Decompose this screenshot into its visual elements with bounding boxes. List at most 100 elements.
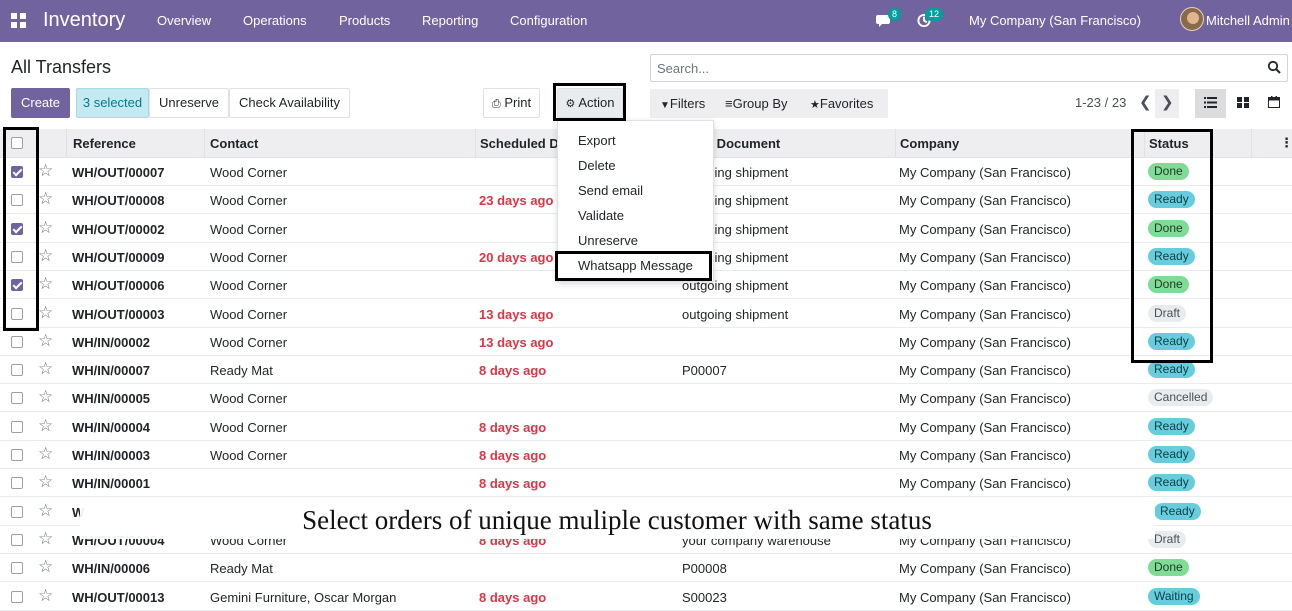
row-checkbox[interactable] <box>11 562 23 575</box>
cell-company: My Company (San Francisco) <box>899 419 1071 435</box>
calendar-view-icon[interactable] <box>1258 89 1289 118</box>
cell-reference: WH/OUT/00002 <box>72 221 165 237</box>
row-checkbox[interactable] <box>11 364 23 377</box>
activity-badge: 12 <box>925 8 944 21</box>
table-row[interactable]: ☆ WH/IN/00003 Wood Corner 8 days ago My Comp… <box>0 441 1292 469</box>
column-divider <box>475 129 476 158</box>
table-row[interactable]: ☆ WH/IN/00007 Ready Mat 8 days ago P00007 My … <box>0 356 1292 385</box>
cell-contact: Ready Mat <box>210 561 273 577</box>
pager-previous-icon[interactable]: ❮ <box>1139 93 1152 111</box>
cell-scheduled-date: 23 days ago <box>479 193 554 209</box>
cell-contact: Wood Corner <box>210 448 288 463</box>
filter-icon: ▼ <box>660 100 670 111</box>
menu-item-unreserve[interactable]: Unreserve <box>578 233 638 248</box>
star-icon[interactable]: ☆ <box>38 246 53 266</box>
print-icon: ⎙ <box>491 98 501 110</box>
menu-configuration[interactable]: Configuration <box>510 13 587 28</box>
app-name[interactable]: Inventory <box>43 9 125 32</box>
table-row[interactable]: ☆ WH/IN/00005 Wood Corner My Company (San F… <box>0 384 1292 413</box>
row-checkbox[interactable] <box>11 477 23 490</box>
cell-contact: Ready Mat <box>210 363 273 379</box>
menu-reporting[interactable]: Reporting <box>422 13 478 28</box>
selected-count-button[interactable]: 3 selected <box>76 88 149 118</box>
star-icon[interactable]: ☆ <box>38 444 53 464</box>
menu-operations[interactable]: Operations <box>243 13 307 28</box>
menu-overview[interactable]: Overview <box>157 13 211 28</box>
table-row[interactable]: ☆ WH/IN/00006 Ready Mat P00008 My Company (S… <box>0 554 1292 583</box>
cell-contact: Wood Corner <box>210 221 288 237</box>
kanban-view-icon[interactable] <box>1227 89 1258 118</box>
row-checkbox[interactable] <box>11 392 23 405</box>
table-row[interactable]: ☆ WH/IN/00004 Wood Corner 8 days ago My Comp… <box>0 413 1292 441</box>
row-checkbox[interactable] <box>11 449 23 461</box>
list-view-icon[interactable] <box>1195 89 1226 118</box>
column-reference[interactable]: Reference <box>73 136 136 151</box>
table-row[interactable]: ☆ WH/IN/00001 8 days ago My Company (San Fr… <box>0 469 1292 498</box>
cell-contact: Wood Corner <box>210 278 288 294</box>
table-row[interactable]: ☆ WH/OUT/00003 Wood Corner 13 days ago outgo… <box>0 300 1292 328</box>
status-badge: Waiting <box>1148 587 1200 605</box>
print-button[interactable]: ⎙ Print <box>483 88 540 118</box>
star-icon[interactable]: ☆ <box>38 303 53 323</box>
check-availability-button[interactable]: Check Availability <box>229 88 350 118</box>
star-icon[interactable]: ☆ <box>38 557 53 577</box>
favorites-button[interactable]: ★Favorites <box>810 96 873 111</box>
row-checkbox[interactable] <box>11 335 23 348</box>
star-icon[interactable]: ☆ <box>38 274 53 294</box>
search-box[interactable]: Search... <box>650 54 1288 82</box>
status-badge: Done <box>1148 559 1189 577</box>
cell-contact: Wood Corner <box>210 249 288 265</box>
status-badge: Ready <box>1148 361 1195 379</box>
cell-scheduled-date: 20 days ago <box>479 249 554 265</box>
unreserve-button[interactable]: Unreserve <box>149 88 229 118</box>
star-icon[interactable]: ☆ <box>38 331 53 351</box>
group-by-button[interactable]: ≡Group By <box>725 96 788 111</box>
pager-next-icon[interactable]: ❯ <box>1161 93 1174 111</box>
cell-reference: WH/OUT/00009 <box>72 249 165 265</box>
star-icon[interactable]: ☆ <box>38 416 53 436</box>
pager-value[interactable]: 1-23 / 23 <box>1075 95 1126 110</box>
table-row[interactable]: ☆ WH/IN/00002 Wood Corner 13 days ago My Com… <box>0 328 1292 356</box>
apps-menu-icon[interactable] <box>11 13 26 28</box>
cell-company: My Company (San Francisco) <box>899 249 1071 265</box>
menu-item-delete[interactable]: Delete <box>578 158 616 173</box>
menu-item-send-email[interactable]: Send email <box>578 183 643 198</box>
user-menu[interactable]: Mitchell Admin <box>1206 13 1290 28</box>
star-icon[interactable]: ☆ <box>38 161 53 181</box>
column-scheduled-date[interactable]: Scheduled Date <box>480 136 562 151</box>
menu-item-export[interactable]: Export <box>578 133 616 148</box>
row-checkbox[interactable] <box>11 590 23 603</box>
row-checkbox[interactable] <box>11 420 23 433</box>
search-input[interactable]: Search... <box>657 61 709 76</box>
user-avatar[interactable] <box>1180 7 1204 31</box>
column-company[interactable]: Company <box>900 136 959 151</box>
cell-company: My Company (San Francisco) <box>899 334 1071 350</box>
menu-item-validate[interactable]: Validate <box>578 208 624 223</box>
column-options-icon[interactable]: ⋮ <box>1280 135 1292 151</box>
company-switcher[interactable]: My Company (San Francisco) <box>969 13 1141 28</box>
star-icon[interactable]: ☆ <box>38 359 53 379</box>
cell-scheduled-date: 13 days ago <box>479 306 554 322</box>
star-icon[interactable]: ☆ <box>38 189 53 209</box>
search-icon[interactable] <box>1267 60 1281 74</box>
favorites-label: Favorites <box>819 96 874 111</box>
filters-button[interactable]: ▼Filters <box>660 96 705 111</box>
table-row[interactable]: ☆ WH/OUT/00013 Gemini Furniture, Oscar Mor… <box>0 583 1292 611</box>
menu-products[interactable]: Products <box>339 13 390 28</box>
star-icon[interactable]: ☆ <box>38 586 53 606</box>
create-button[interactable]: Create <box>11 88 70 118</box>
cell-source-document: P00007 <box>682 363 727 379</box>
cell-source-document: outgoing shipment <box>682 306 789 322</box>
cell-source-document: S00023 <box>682 589 727 605</box>
star-icon[interactable]: ☆ <box>38 472 53 492</box>
status-badge: Cancelled <box>1148 389 1214 407</box>
cell-contact: Wood Corner <box>210 391 288 407</box>
search-options-bar: ▼Filters ≡Group By ★Favorites <box>650 89 888 118</box>
cell-source-document: P00008 <box>682 561 727 577</box>
cell-reference: WH/OUT/00006 <box>72 278 165 294</box>
star-icon[interactable]: ☆ <box>38 218 53 238</box>
column-contact[interactable]: Contact <box>210 136 258 151</box>
top-navbar: Inventory Overview Operations Products R… <box>0 0 1292 42</box>
cell-company: My Company (San Francisco) <box>899 363 1071 379</box>
star-icon[interactable]: ☆ <box>38 387 53 407</box>
